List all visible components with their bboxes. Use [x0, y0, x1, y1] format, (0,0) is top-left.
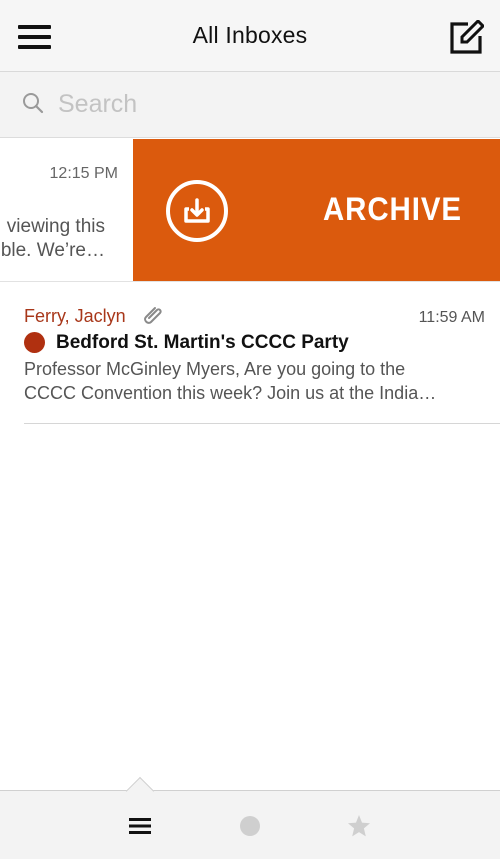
tab-starred[interactable]	[329, 791, 389, 859]
swiped-email-row[interactable]: 12:15 PM viewing this ble. We’re… ARCHIV…	[0, 139, 500, 282]
preview-line: Professor McGinley Myers, Are you going …	[24, 359, 406, 379]
page-title: All Inboxes	[192, 22, 308, 48]
paperclip-icon	[140, 302, 166, 328]
email-time: 12:15 PM	[49, 165, 118, 182]
search-input[interactable]	[58, 84, 478, 124]
email-time: 11:59 AM	[418, 309, 485, 326]
compose-icon[interactable]	[448, 18, 486, 56]
tab-all-messages[interactable]	[110, 791, 170, 859]
email-preview: viewing this ble. We’re…	[0, 215, 105, 263]
list-icon	[129, 817, 151, 834]
navigation-bar: All Inboxes	[0, 0, 500, 72]
unread-indicator-icon	[24, 332, 45, 353]
divider	[24, 423, 500, 424]
email-subject: Bedford St. Martin's CCCC Party	[56, 332, 349, 353]
archive-icon	[165, 179, 229, 243]
search-bar	[0, 72, 500, 138]
archive-label: ARCHIVE	[323, 191, 462, 227]
unread-dot-icon	[240, 815, 260, 836]
email-list-item[interactable]: Ferry, Jaclyn 11:59 AM Bedford St. Marti…	[0, 283, 500, 425]
search-icon	[22, 92, 44, 114]
archive-button[interactable]: ARCHIVE	[133, 139, 500, 281]
tab-unread[interactable]	[220, 791, 280, 859]
email-sender: Ferry, Jaclyn	[24, 306, 126, 326]
swiped-email-content[interactable]: 12:15 PM viewing this ble. We’re…	[0, 139, 133, 281]
preview-line: CCCC Convention this week? Join us at th…	[24, 383, 437, 403]
preview-line: ble. We’re…	[0, 240, 105, 261]
preview-line: viewing this	[6, 216, 105, 237]
tab-bar	[0, 776, 500, 859]
star-icon	[348, 814, 370, 836]
email-preview: Professor McGinley Myers, Are you going …	[24, 357, 484, 405]
